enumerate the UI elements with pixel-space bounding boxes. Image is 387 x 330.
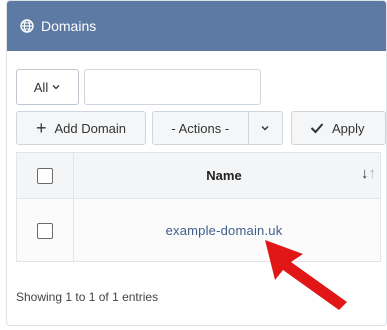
- chevron-down-icon: [52, 85, 60, 90]
- column-header-name[interactable]: Name: [74, 153, 374, 198]
- row-select-cell: [17, 199, 74, 261]
- plus-icon: +: [35, 118, 47, 138]
- apply-button[interactable]: Apply: [291, 111, 386, 145]
- actions-label: - Actions -: [171, 120, 230, 136]
- column-header-name-label: Name: [206, 168, 242, 183]
- panel-title: Domains: [41, 18, 97, 34]
- table-info: Showing 1 to 1 of 1 entries: [16, 290, 159, 304]
- chevron-down-icon: [261, 126, 269, 131]
- add-domain-label: Add Domain: [54, 120, 127, 136]
- table-row: example-domain.uk: [17, 199, 380, 261]
- sort-icon[interactable]: ↓↑: [361, 165, 376, 182]
- filter-dropdown-label: All: [33, 79, 49, 95]
- checkmark-icon: [310, 123, 324, 134]
- globe-icon: [20, 19, 34, 33]
- apply-label: Apply: [332, 120, 365, 136]
- panel-header: Domains: [7, 1, 386, 51]
- actions-toggle[interactable]: [247, 112, 282, 144]
- domain-name-link[interactable]: example-domain.uk: [74, 199, 374, 261]
- add-domain-button[interactable]: + Add Domain: [16, 111, 146, 145]
- table-header: Name ↓↑: [17, 153, 380, 199]
- actions-dropdown[interactable]: - Actions -: [152, 111, 283, 145]
- search-input[interactable]: [84, 69, 261, 105]
- select-all-cell: [17, 153, 74, 198]
- domains-table: Name ↓↑ example-domain.uk: [16, 152, 381, 262]
- select-all-checkbox[interactable]: [37, 167, 53, 184]
- row-checkbox[interactable]: [37, 222, 53, 239]
- filter-dropdown[interactable]: All: [16, 69, 79, 105]
